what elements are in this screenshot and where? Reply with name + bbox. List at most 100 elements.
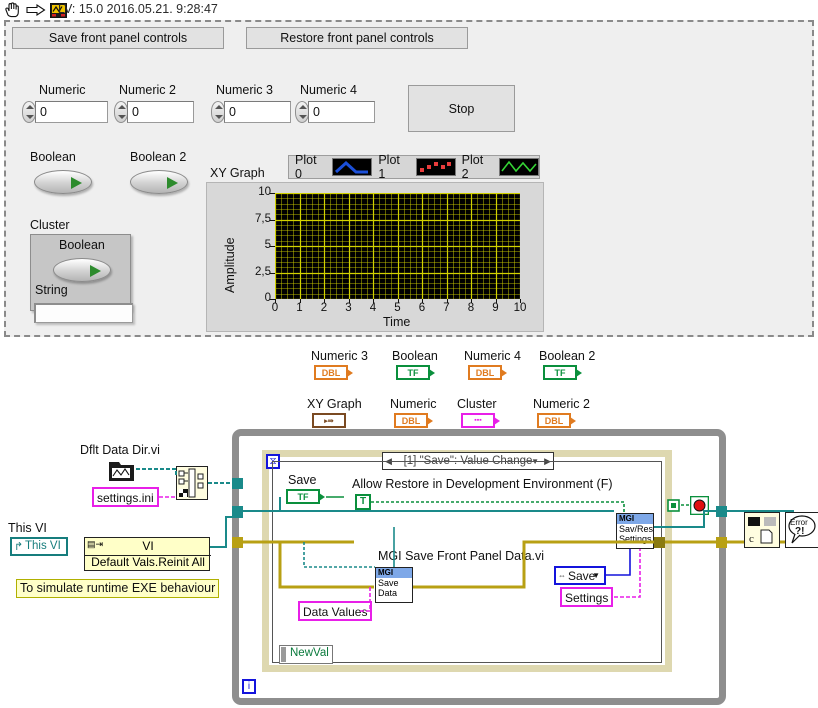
numeric-value-4[interactable]: 0 bbox=[308, 101, 375, 123]
dflt-data-dir-label: Dflt Data Dir.vi bbox=[80, 443, 160, 457]
terminal-boolean-2[interactable]: TF bbox=[543, 365, 582, 380]
terminal-numeric-2[interactable]: DBL bbox=[537, 413, 576, 428]
numeric-control-1[interactable]: Numeric 0 bbox=[22, 83, 108, 124]
invoke-node[interactable]: VI ▤⇥ Default Vals.Reinit All bbox=[84, 537, 211, 571]
newval-bar-icon bbox=[281, 647, 286, 662]
chevron-down-icon[interactable]: ▼ bbox=[592, 571, 600, 580]
save-enum-constant[interactable]: Save ▼ ⇔ bbox=[554, 566, 606, 585]
numeric-control-2-label: Numeric 2 bbox=[119, 83, 176, 97]
plot-2-name: Plot 2 bbox=[461, 153, 484, 181]
stop-button[interactable]: Stop bbox=[408, 85, 515, 132]
invoke-node-class: VI bbox=[85, 538, 211, 556]
numeric-stepper-3[interactable] bbox=[211, 101, 225, 123]
x-tick-mark bbox=[447, 299, 448, 303]
x-tick-mark bbox=[520, 299, 521, 303]
block-diagram: Numeric 3 DBL Boolean TF Numeric 4 DBL B… bbox=[4, 337, 818, 706]
stop-indicator-icon[interactable] bbox=[689, 495, 710, 518]
data-values-constant[interactable]: Data Values bbox=[298, 601, 373, 621]
save-front-panel-controls-button[interactable]: Save front panel controls bbox=[12, 27, 224, 49]
newval-event-data-node[interactable]: NewVal bbox=[279, 645, 333, 664]
terminal-cluster[interactable]: ▪▪▪ bbox=[461, 413, 500, 428]
terminal-label-boolean-2: Boolean 2 bbox=[539, 349, 596, 363]
settings-constant[interactable]: Settings bbox=[560, 587, 614, 607]
x-tick-mark bbox=[496, 299, 497, 303]
x-tick-mark bbox=[349, 299, 350, 303]
xy-graph[interactable]: Amplitude Time 0 2,5 5 7,5 10 0 1 2 3 4 5 6 7 8 9 10 bbox=[206, 182, 544, 332]
cluster-label: Cluster bbox=[30, 218, 70, 232]
restore-front-panel-controls-button[interactable]: Restore front panel controls bbox=[246, 27, 468, 49]
terminal-save[interactable]: TF bbox=[286, 489, 325, 504]
terminal-numeric-4[interactable]: DBL bbox=[468, 365, 507, 380]
x-tick: 6 bbox=[418, 302, 426, 314]
terminal-numeric[interactable]: DBL bbox=[394, 413, 433, 428]
numeric-stepper-1[interactable] bbox=[22, 101, 36, 123]
invoke-node-icon: ▤⇥ bbox=[87, 539, 104, 549]
x-tick: 5 bbox=[394, 302, 401, 314]
iteration-terminal[interactable]: i bbox=[242, 679, 256, 694]
save-terminal-label: Save bbox=[288, 473, 317, 487]
numeric-control-2[interactable]: Numeric 2 0 bbox=[114, 83, 194, 124]
terminal-label-cluster: Cluster bbox=[457, 397, 497, 411]
plot-legend[interactable]: Plot 0 Plot 1 Plot 2 bbox=[288, 153, 540, 181]
run-arrow-icon[interactable] bbox=[26, 3, 46, 19]
mgi-savres-node-head: MGI bbox=[617, 514, 653, 524]
svg-text:c: c bbox=[749, 533, 754, 545]
numeric-value-3[interactable]: 0 bbox=[224, 101, 291, 123]
enum-spin-icon[interactable]: ⇔ bbox=[558, 571, 566, 580]
numeric-value-1[interactable]: 0 bbox=[35, 101, 108, 123]
terminal-xy-graph[interactable]: ▸⇛ bbox=[312, 413, 346, 428]
folder-icon[interactable] bbox=[108, 459, 136, 486]
reference-arrow-icon: ↱ bbox=[14, 541, 24, 553]
boolean-switch-1[interactable] bbox=[34, 170, 92, 194]
plot-1-swatch[interactable] bbox=[415, 158, 456, 176]
numeric-control-4[interactable]: Numeric 4 0 bbox=[295, 83, 375, 124]
terminal-type-dbl: DBL bbox=[401, 415, 421, 426]
numeric-control-1-label: Numeric bbox=[39, 83, 86, 97]
plot-2-swatch[interactable] bbox=[498, 158, 539, 176]
build-path-icon[interactable] bbox=[176, 466, 208, 503]
close-file-icon[interactable]: c bbox=[744, 512, 780, 551]
newval-label: NewVal bbox=[290, 647, 329, 659]
numeric-control-3[interactable]: Numeric 3 0 bbox=[211, 83, 291, 124]
cluster-string-input[interactable] bbox=[34, 303, 133, 323]
cluster-boolean-switch[interactable] bbox=[53, 258, 111, 282]
boolean-2-label: Boolean 2 bbox=[130, 150, 187, 164]
y-tick: 5 bbox=[264, 239, 271, 251]
mgi-sav-res-settings-node[interactable]: MGI Sav/Res Settings bbox=[616, 513, 654, 549]
this-vi-reference[interactable]: This VI ↱ bbox=[10, 537, 68, 556]
numeric-value-2[interactable]: 0 bbox=[127, 101, 194, 123]
xy-graph-label: XY Graph bbox=[210, 166, 265, 180]
mgi-save-node-head: MGI bbox=[376, 568, 412, 578]
numeric-control-4-label: Numeric 4 bbox=[300, 83, 357, 97]
allow-restore-label: Allow Restore in Development Environment… bbox=[352, 477, 613, 491]
x-tick-mark bbox=[422, 299, 423, 303]
x-tick: 10 bbox=[513, 302, 527, 314]
terminal-numeric-3[interactable]: DBL bbox=[314, 365, 353, 380]
plot-1-name: Plot 1 bbox=[378, 153, 400, 181]
error-handler-icon[interactable]: Error ?! bbox=[785, 512, 818, 551]
x-tick: 4 bbox=[369, 302, 377, 314]
invoke-node-method[interactable]: Default Vals.Reinit All bbox=[85, 555, 211, 571]
terminal-label-numeric-3: Numeric 3 bbox=[311, 349, 368, 363]
cluster-boolean-label: Boolean bbox=[59, 238, 105, 252]
plot-area[interactable] bbox=[275, 193, 520, 299]
mgi-save-front-panel-data-node[interactable]: MGI Save Data bbox=[375, 567, 413, 603]
mgi-save-node-line-1: Save bbox=[378, 578, 399, 588]
cluster-container[interactable]: Boolean String bbox=[30, 234, 131, 311]
boolean-switch-2[interactable] bbox=[130, 170, 188, 194]
front-panel: Save front panel controls Restore front … bbox=[4, 20, 814, 337]
numeric-stepper-2[interactable] bbox=[114, 101, 128, 123]
true-constant[interactable]: T bbox=[355, 494, 371, 510]
y-tick: 2,5 bbox=[255, 265, 271, 278]
numeric-stepper-4[interactable] bbox=[295, 101, 309, 123]
terminal-label-boolean: Boolean bbox=[392, 349, 438, 363]
x-tick: 9 bbox=[492, 302, 499, 314]
y-tick-mark bbox=[270, 246, 275, 247]
terminal-type-dbl: DBL bbox=[475, 367, 495, 378]
terminal-boolean[interactable]: TF bbox=[396, 365, 435, 380]
numeric-control-3-label: Numeric 3 bbox=[216, 83, 273, 97]
terminal-label-numeric-2: Numeric 2 bbox=[533, 397, 590, 411]
plot-0-swatch[interactable] bbox=[332, 158, 373, 176]
hand-cursor-icon[interactable] bbox=[4, 2, 22, 21]
settings-ini-constant[interactable]: settings.ini bbox=[92, 487, 159, 507]
